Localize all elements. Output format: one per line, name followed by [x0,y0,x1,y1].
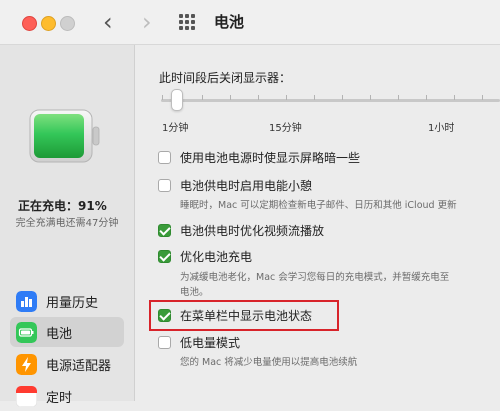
slider-tick [162,95,163,100]
sidebar-item-battery[interactable]: 电池 [10,317,124,347]
slider-tick-label: 15分钟 [269,123,302,134]
low-power-mode-checkbox[interactable] [158,336,171,349]
option-label: 优化电池充电 [180,250,253,264]
sidebar-item-usage-history[interactable]: 用量历史 [10,286,124,316]
zoom-window-button[interactable] [60,16,75,31]
highlight-annotation-box [149,300,339,331]
minimize-window-button[interactable] [41,16,56,31]
slider-tick [342,95,343,100]
optimized-charging-description: 为减缓电池老化，Mac 会学习您每日的充电模式，并暂缓充电至 [180,272,450,283]
optimized-charging-checkbox[interactable] [158,250,171,263]
battery-large-icon [29,109,100,163]
sidebar-item-label: 定时 [46,391,73,406]
slider-tick [258,95,259,100]
power-adapter-icon [16,354,37,375]
calendar-icon [16,386,37,407]
back-arrow-icon[interactable]: ‹ [103,8,113,36]
slider-tick [426,95,427,100]
forward-arrow-icon[interactable]: › [142,8,152,36]
slider-tick [482,95,483,100]
option-label: 电池供电时优化视频流播放 [180,224,325,238]
battery-icon [16,322,37,343]
dim-display-checkbox[interactable] [158,151,171,164]
slider-tick [398,95,399,100]
slider-tick [314,95,315,100]
sidebar-item-label: 电池 [46,327,73,342]
option-label: 电池供电时启用电能小憩 [180,179,313,193]
sidebar-item-schedule[interactable]: 定时 [10,381,124,411]
power-nap-checkbox[interactable] [158,179,171,192]
display-off-slider-knob[interactable] [171,89,183,111]
slider-tick [230,95,231,100]
title-bar: ‹ › 电池 [0,0,500,45]
time-to-full-label: 完全充满电还需47分钟 [15,218,119,229]
slider-tick-label: 1分钟 [162,123,189,134]
slider-tick [286,95,287,100]
sidebar-item-power-adapter[interactable]: 电源适配器 [10,349,124,379]
battery-settings-panel: 此时间段后关闭显示器： 1分钟 15分钟 1小时 使用电池电源时使显示屏略暗一些… [135,45,500,401]
sidebar-item-label: 用量历史 [46,296,99,311]
optimized-charging-description-cont: 电池。 [180,287,209,298]
optimize-video-streaming-checkbox[interactable] [158,224,171,237]
option-label: 低电量模式 [180,336,241,350]
show-all-grid-icon[interactable] [179,14,195,30]
bar-chart-icon [16,291,37,312]
slider-tick-label: 1小时 [428,123,455,134]
slider-tick [454,95,455,100]
close-window-button[interactable] [22,16,37,31]
charging-status-label: 正在充电：91% [18,199,107,213]
window-title: 电池 [214,13,245,31]
low-power-mode-description: 您的 Mac 将减少电量使用以提高电池续航 [180,357,358,368]
display-off-slider-track[interactable] [161,99,500,102]
option-label: 使用电池电源时使显示屏略暗一些 [180,151,361,165]
slider-tick [370,95,371,100]
display-off-slider-label: 此时间段后关闭显示器： [159,71,292,85]
power-nap-description: 睡眠时，Mac 可以定期检查新电子邮件、日历和其他 iCloud 更新 [180,200,457,211]
slider-tick [202,95,203,100]
sidebar-item-label: 电源适配器 [46,359,112,374]
sidebar: 正在充电：91% 完全充满电还需47分钟 用量历史 电池 电源适配器 定时 [0,45,135,407]
